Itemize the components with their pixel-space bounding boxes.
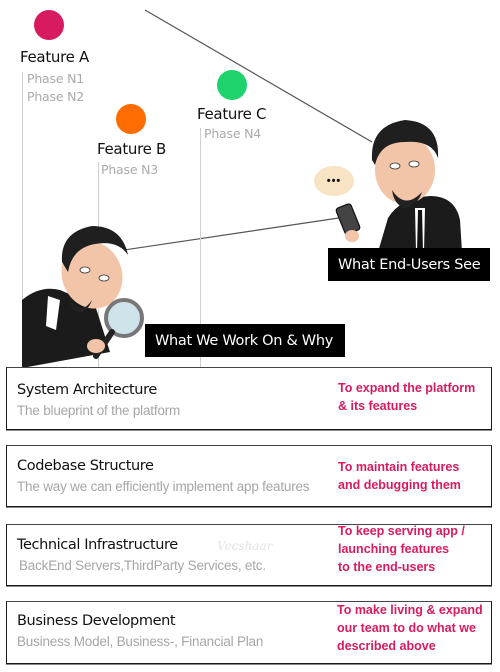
- layer-title: System Architecture: [17, 382, 157, 398]
- layer-technical-infrastructure: Technical Infrastructure BackEnd Servers…: [6, 524, 492, 586]
- layer-reason: To keep serving app / launching features…: [338, 524, 465, 574]
- watermark: Vecshaar: [217, 539, 273, 553]
- layer-subtitle: The blueprint of the platform: [17, 403, 181, 418]
- layer-reason: To expand the platform & its features: [338, 381, 476, 413]
- layer-title: Technical Infrastructure: [17, 537, 178, 553]
- layer-business-development: Business Development Business Model, Bus…: [6, 601, 492, 664]
- layer-title: Codebase Structure: [17, 458, 154, 474]
- end-users-label: What End-Users See: [328, 248, 491, 281]
- what-we-work-on-label: What We Work On & Why: [145, 324, 345, 357]
- layer-subtitle: BackEnd Servers,ThirdParty Services, etc…: [19, 558, 266, 573]
- layer-reason: To make living & expand our team to do w…: [337, 603, 483, 653]
- layer-system-architecture: System Architecture The blueprint of the…: [6, 367, 492, 430]
- layer-reason: To maintain features and debugging them: [338, 460, 461, 492]
- layer-subtitle: The way we can efficiently implement app…: [17, 479, 310, 494]
- layer-title: Business Development: [17, 613, 176, 629]
- layer-subtitle: Business Model, Business-, Financial Pla…: [17, 634, 264, 649]
- layer-codebase-structure: Codebase Structure The way we can effici…: [6, 445, 492, 507]
